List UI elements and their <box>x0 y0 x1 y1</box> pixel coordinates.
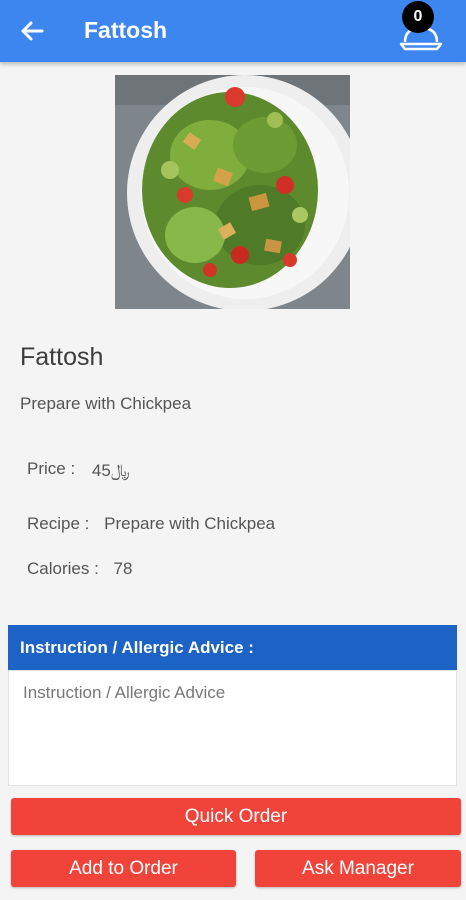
instructions-input[interactable] <box>9 671 456 785</box>
price-amount: 45 <box>91 461 111 480</box>
dish-description: Prepare with Chickpea <box>20 394 192 413</box>
back-button[interactable] <box>18 17 46 45</box>
page-title: Fattosh <box>84 17 168 43</box>
calories-value: 78 <box>113 559 133 578</box>
instructions-box <box>8 670 457 786</box>
cart-count-badge: 0 <box>402 1 434 33</box>
price-label: Price : <box>27 459 76 478</box>
instructions-header: Instruction / Allergic Advice : <box>8 625 457 670</box>
add-to-order-button[interactable]: Add to Order <box>11 850 236 887</box>
dish-image <box>115 75 350 309</box>
dish-name: Fattosh <box>20 343 104 371</box>
app-bar: Fattosh 0 <box>0 0 466 62</box>
quick-order-button[interactable]: Quick Order <box>11 798 461 835</box>
arrow-left-icon <box>21 21 44 41</box>
recipe-value: Prepare with Chickpea <box>104 514 276 533</box>
price-row: Price : 45﷼ <box>27 459 130 480</box>
calories-label: Calories : <box>27 559 99 578</box>
recipe-row: Recipe : Prepare with Chickpea <box>27 514 275 534</box>
ask-manager-button[interactable]: Ask Manager <box>255 850 461 887</box>
calories-row: Calories : 78 <box>27 559 132 579</box>
price-value: 45﷼ <box>92 461 130 480</box>
fattoush-salad-photo <box>115 75 350 309</box>
recipe-label: Recipe : <box>27 514 90 533</box>
currency-symbol: ﷼ <box>110 461 130 480</box>
